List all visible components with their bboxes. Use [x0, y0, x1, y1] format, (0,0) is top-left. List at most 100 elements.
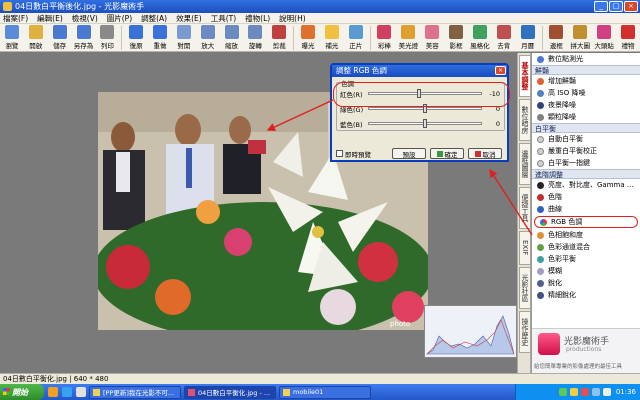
minimize-button[interactable]: _ [594, 1, 608, 12]
panel-item[interactable]: 亮度、對比度、Gamma ... [532, 179, 640, 191]
panel-item[interactable]: 精細銳化 [532, 289, 640, 301]
toolbar-button-10[interactable]: 旋轉 [243, 24, 267, 52]
toolbar-button-1[interactable]: 開啟 [24, 24, 48, 52]
tray-icon[interactable] [580, 388, 589, 396]
toolbar-button-9[interactable]: 縮放 [220, 24, 244, 52]
toolbar-label: 大頭貼 [594, 42, 614, 50]
menu-edit[interactable]: 編輯(E) [37, 13, 63, 24]
menu-adjust[interactable]: 調整(A) [141, 13, 167, 24]
menu-help[interactable]: 說明(H) [279, 13, 306, 24]
toolbar-button-22[interactable]: 邊框 [544, 24, 568, 52]
toolbar-label: 曝光 [301, 42, 315, 50]
toolbar-button-6[interactable]: 重做 [148, 24, 172, 52]
tab-digital-darkroom[interactable]: 數位暗房 [519, 99, 531, 141]
realtime-preview-checkbox[interactable] [336, 150, 343, 157]
toolbar-button-18[interactable]: 影框 [444, 24, 468, 52]
panel-item[interactable]: 色相飽和度 [532, 229, 640, 241]
brightness-icon [537, 181, 544, 189]
panel-item[interactable]: 顆粒降噪 [532, 111, 640, 123]
panel-item[interactable]: 曲線 [532, 203, 640, 215]
tray-icon[interactable] [569, 388, 578, 396]
toolbar-icon [496, 25, 511, 39]
slider-thumb-blue[interactable] [423, 119, 427, 128]
toolbar-button-7[interactable]: 對開 [172, 24, 196, 52]
panel-item[interactable]: 高 ISO 降噪 [532, 87, 640, 99]
toolbar-button-16[interactable]: 美光燈 [396, 24, 420, 52]
menu-view[interactable]: 檢視(V) [72, 13, 98, 24]
menu-gift[interactable]: 禮物(L) [245, 13, 270, 24]
toolbar-label: 彩棒 [377, 42, 391, 50]
toolbar-button-0[interactable]: 瀏覽 [0, 24, 24, 52]
menu-effect[interactable]: 效果(E) [176, 13, 202, 24]
menu-image[interactable]: 圖片(P) [107, 13, 132, 24]
toolbar-button-23[interactable]: 拼大圖 [568, 24, 592, 52]
tab-community[interactable]: 光影社區 [519, 267, 531, 309]
toolbar-button-24[interactable]: 大頭貼 [592, 24, 616, 52]
network-icon[interactable] [602, 388, 611, 396]
panel-item-rgb-tone[interactable]: RGB 色調 [534, 216, 638, 228]
quicklaunch-desktop-icon[interactable] [62, 387, 72, 397]
tab-border-layer[interactable]: 邊框圖層 [519, 143, 531, 185]
quicklaunch-media-icon[interactable] [76, 387, 86, 397]
toolbar-button-13[interactable]: 補光 [320, 24, 344, 52]
toolbar-icon [348, 25, 363, 39]
maximize-button[interactable]: □ [609, 1, 623, 12]
status-bar: 04日數白平衡化.jpg | 640 * 480 [0, 373, 640, 384]
taskbar-item[interactable]: [PP更新]我在光影不可... [89, 385, 181, 399]
close-button[interactable]: × [624, 1, 638, 12]
toolbar-button-17[interactable]: 美容 [420, 24, 444, 52]
volume-icon[interactable] [591, 388, 600, 396]
panel-item[interactable]: 色階 [532, 191, 640, 203]
toolbar-icon [324, 25, 339, 39]
tab-quick-tools[interactable]: 便捷工具 [519, 187, 531, 229]
toolbar-icon [52, 25, 67, 39]
panel-section-advanced: 進階調整 [532, 169, 640, 179]
panel-item[interactable]: 自動白平衡 [532, 133, 640, 145]
cancel-button[interactable]: 取消 [468, 148, 502, 159]
toolbar-separator [293, 26, 295, 50]
tray-icon[interactable] [558, 388, 567, 396]
brand-banner[interactable]: 光影魔術手 productions 給您簡單專業的影像處理的最佳工具 [532, 328, 640, 373]
taskbar-item-active[interactable]: 04日數白平衡化.jpg - ... [184, 385, 276, 399]
toolbar-button-5[interactable]: 復原 [124, 24, 148, 52]
toolbar-button-21[interactable]: 月曆 [516, 24, 540, 52]
panel-item[interactable]: 模糊 [532, 265, 640, 277]
tab-history[interactable]: 操作歷史 [519, 311, 531, 353]
menu-file[interactable]: 檔案(F) [3, 13, 28, 24]
panel-item[interactable]: 白平衡一指鍵 [532, 157, 640, 169]
panel-item[interactable]: 色彩通道混合 [532, 241, 640, 253]
panel-item[interactable]: 嚴重白平衡校正 [532, 145, 640, 157]
tab-basic-adjust[interactable]: 基本調整 [519, 55, 531, 97]
clock: 01:36 [615, 388, 636, 396]
menu-tools[interactable]: 工具(T) [211, 13, 236, 24]
toolbar-button-2[interactable]: 儲存 [48, 24, 72, 52]
toolbar-button-20[interactable]: 去背 [492, 24, 516, 52]
panel-item[interactable]: 銳化 [532, 277, 640, 289]
toolbar-button-3[interactable]: 另存為 [72, 24, 96, 52]
toolbar-label: 美光燈 [398, 42, 419, 50]
ok-button[interactable]: 確定 [430, 148, 464, 159]
toolbar-button-12[interactable]: 曝光 [296, 24, 320, 52]
quicklaunch-ie-icon[interactable] [48, 387, 58, 397]
panel-item[interactable]: 夜景降噪 [532, 99, 640, 111]
panel-item-spot-metering[interactable]: 數位點測光 [532, 53, 640, 65]
slider-track-green[interactable] [368, 104, 482, 113]
tab-exif[interactable]: EXIF [519, 231, 531, 265]
toolbar-button-15[interactable]: 彩棒 [373, 24, 397, 52]
toolbar-button-11[interactable]: 剪裁 [267, 24, 291, 52]
panel-item[interactable]: 增加鮮豔 [532, 75, 640, 87]
start-button[interactable]: 開始 [0, 384, 44, 400]
toolbar-button-14[interactable]: 正片 [344, 24, 368, 52]
toolbar-button-8[interactable]: 放大 [196, 24, 220, 52]
toolbar-button-25[interactable]: 禮物 [616, 24, 640, 52]
toolbar-icon [549, 25, 564, 39]
default-button[interactable]: 預設 [392, 148, 426, 159]
slider-track-blue[interactable] [368, 119, 482, 128]
panel-item[interactable]: 色彩平衡 [532, 253, 640, 265]
toolbar-button-4[interactable]: 列印 [95, 24, 119, 52]
taskbar-item[interactable]: mobile01 [279, 385, 371, 399]
toolbar-separator [541, 26, 543, 50]
dialog-close-button[interactable]: × [495, 66, 506, 75]
toolbar-label: 復原 [129, 42, 143, 50]
toolbar-button-19[interactable]: 風格化 [468, 24, 492, 52]
